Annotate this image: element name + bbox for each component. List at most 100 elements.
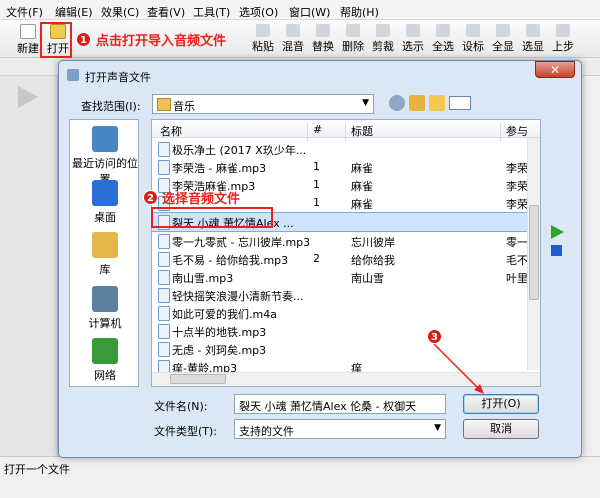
dialog-app-icon [67, 69, 79, 81]
replace-icon [316, 24, 330, 37]
chevron-down-icon: ▼ [362, 98, 369, 108]
new-folder-icon[interactable] [429, 95, 445, 111]
preview-play-icon[interactable] [549, 224, 565, 240]
audio-file-icon [158, 342, 170, 357]
new-button[interactable]: 新建 [14, 22, 42, 56]
status-text: 打开一个文件 [4, 463, 70, 476]
mix-icon [286, 24, 300, 37]
delete-icon [346, 24, 360, 37]
filename-input[interactable]: 裂天 小魂 萧忆情Alex 伦桑 - 权御天 [234, 394, 446, 414]
column-header: 名称 # 标题 参与 [152, 120, 540, 141]
zoom-selection-icon [526, 24, 540, 37]
libraries-icon [92, 232, 118, 258]
step1-caption: 点击打开导入音频文件 [96, 34, 227, 49]
step2-badge: 2 [143, 190, 158, 205]
trim-icon [376, 24, 390, 37]
transport-pane [0, 76, 58, 456]
audio-file-icon [158, 288, 170, 303]
menu-file[interactable]: 文件(F) [6, 4, 43, 20]
menu-options[interactable]: 选项(O) [239, 4, 278, 20]
undo-icon [556, 24, 570, 37]
trim-button[interactable]: 剪裁 [369, 22, 397, 56]
network-icon [92, 338, 118, 364]
delete-button[interactable]: 删除 [339, 22, 367, 56]
close-button[interactable]: ✕ [535, 61, 575, 78]
lookin-label: 查找范围(I): [81, 100, 141, 113]
open-button-highlight [40, 22, 72, 58]
mix-button[interactable]: 混音 [279, 22, 307, 56]
place-recent[interactable]: 最近访问的位置 [70, 126, 140, 187]
show-selection-button[interactable]: 选显 [519, 22, 547, 56]
select-show-icon [406, 24, 420, 37]
open-sound-file-dialog: 打开声音文件 ✕ 查找范围(I): 音乐 ▼ 最近访问的位置 桌面 库 计算机 … [58, 60, 582, 458]
menu-edit[interactable]: 编辑(E) [55, 4, 93, 20]
step2-caption: 选择音频文件 [162, 192, 241, 207]
column-name[interactable]: 名称 [160, 123, 182, 139]
menu-help[interactable]: 帮助(H) [340, 4, 379, 20]
new-file-icon [20, 24, 36, 39]
set-marker-button[interactable]: 设标 [459, 22, 487, 56]
computer-icon [92, 286, 118, 312]
select-all-icon [436, 24, 450, 37]
zoom-all-icon [496, 24, 510, 37]
status-bar [0, 456, 600, 498]
folder-icon [157, 98, 171, 111]
cancel-button[interactable]: 取消 [463, 419, 539, 439]
place-libraries[interactable]: 库 [70, 232, 140, 277]
lookin-dropdown[interactable]: 音乐 ▼ [152, 94, 374, 114]
back-icon[interactable] [389, 95, 405, 111]
place-desktop[interactable]: 桌面 [70, 180, 140, 225]
marker-icon [466, 24, 480, 37]
place-computer[interactable]: 计算机 [70, 286, 140, 331]
file-row[interactable]: 李荣浩 - 麻雀.mp3 1 麻雀 李荣 [152, 158, 528, 176]
chevron-down-icon: ▼ [434, 423, 441, 433]
show-all-button[interactable]: 全显 [489, 22, 517, 56]
audio-file-icon [158, 270, 170, 285]
selected-file-highlight [151, 207, 273, 228]
audio-file-icon [158, 306, 170, 321]
file-row[interactable]: 轻快摇笑浪漫小清新节奏... [152, 286, 527, 304]
audio-file-icon [158, 360, 170, 372]
horizontal-scroll-thumb[interactable] [170, 374, 226, 384]
select-all-button[interactable]: 全选 [429, 22, 457, 56]
audio-file-icon [158, 234, 170, 249]
menu-window[interactable]: 窗口(W) [289, 4, 330, 20]
file-row[interactable]: 零一九零贰 - 忘川彼岸.mp3 忘川彼岸 零一 [152, 232, 528, 250]
replace-button[interactable]: 替换 [309, 22, 337, 56]
menu-bar: 文件(F) 编辑(E) 效果(C) 查看(V) 工具(T) 选项(O) 窗口(W… [0, 0, 600, 20]
filetype-label: 文件类型(T): [154, 425, 218, 438]
preview-stop-icon[interactable] [551, 245, 562, 256]
step3-arrow [433, 343, 484, 394]
recent-places-icon [92, 126, 118, 152]
dialog-title: 打开声音文件 [85, 71, 151, 84]
paste-button[interactable]: 粘贴 [249, 22, 277, 56]
filetype-dropdown[interactable]: 支持的文件 ▼ [234, 419, 446, 439]
file-row[interactable]: 十点半的地铁.mp3 [152, 322, 527, 340]
column-title[interactable]: 标题 [351, 123, 373, 139]
file-row[interactable]: 毛不易 - 给你给我.mp3 2 给你给我 毛不 [152, 250, 528, 268]
column-artist[interactable]: 参与 [506, 123, 528, 139]
play-icon[interactable] [18, 86, 38, 108]
audio-file-icon [158, 252, 170, 267]
select-show-button[interactable]: 选示 [399, 22, 427, 56]
paste-icon [256, 24, 270, 37]
desktop-icon [92, 180, 118, 206]
file-row[interactable]: 南山雪.mp3 南山雪 叶里 [152, 268, 528, 286]
filename-label: 文件名(N): [154, 400, 208, 413]
column-number[interactable]: # [313, 123, 322, 136]
menu-view[interactable]: 查看(V) [147, 4, 185, 20]
menu-tools[interactable]: 工具(T) [193, 4, 230, 20]
file-row[interactable]: 极乐净土 (2017 X玖少年... [152, 140, 527, 158]
up-folder-icon[interactable] [409, 95, 425, 111]
places-bar: 最近访问的位置 桌面 库 计算机 网络 [69, 119, 139, 387]
vertical-scroll-thumb[interactable] [529, 205, 539, 300]
audio-file-icon [158, 142, 170, 157]
audio-file-icon [158, 160, 170, 175]
step1-badge: 1 [76, 32, 91, 47]
file-row[interactable]: 如此可爱的我们.m4a [152, 304, 527, 322]
undo-button[interactable]: 上步 [549, 22, 577, 56]
audio-file-icon [158, 324, 170, 339]
menu-effects[interactable]: 效果(C) [101, 4, 139, 20]
view-menu-icon[interactable] [449, 96, 471, 110]
place-network[interactable]: 网络 [70, 338, 140, 383]
